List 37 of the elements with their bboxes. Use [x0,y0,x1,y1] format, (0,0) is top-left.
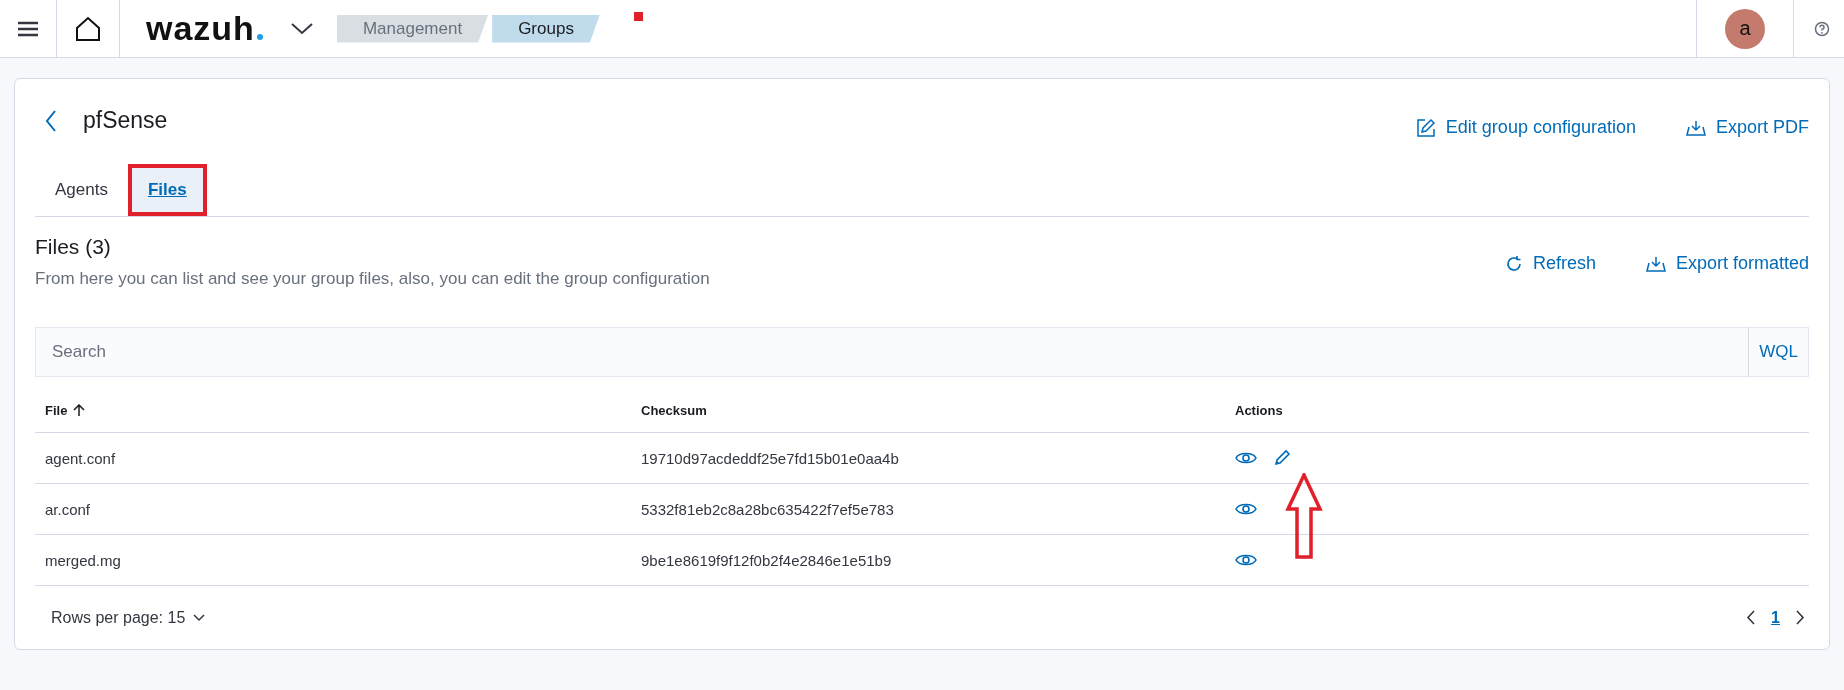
column-header[interactable]: File [45,403,86,418]
eye-icon[interactable] [1235,501,1257,517]
avatar[interactable]: a [1725,8,1765,49]
section-description: From here you can list and see your group files, also, you can edit the group configuration [35,269,710,289]
checksum-cell: 5332f81eb2c8a28bc635422f7ef5e783 [641,500,894,518]
square-mark [633,12,643,21]
checksum-cell: 9be1e8619f9f12f0b2f4e2846e1e51b9 [641,551,892,569]
section-action-link[interactable]: Export formatted [1645,253,1809,274]
eye-icon[interactable] [1235,552,1257,568]
checksum-cell: 19710d97acdeddf25e7fd15b01e0aa4b [641,449,899,467]
page-link[interactable]: 1 [1771,608,1780,627]
file-name-cell: ar.conf [45,500,91,518]
group-title: pfSense [83,107,168,134]
edit-icon [1415,117,1436,138]
section-action-link[interactable]: Refresh [1504,253,1596,274]
pencil-icon[interactable] [1273,449,1291,467]
download-icon [1685,118,1706,137]
refresh-icon [1504,254,1523,273]
file-name-cell: merged.mg [45,551,121,569]
column-header: Actions [1235,403,1283,418]
sort-up-icon [73,404,86,417]
column-header: Checksum [641,403,707,418]
search-field[interactable]: Search [35,327,1749,377]
header-action-link[interactable]: Edit group configuration [1415,117,1636,138]
breadcrumb[interactable]: Management [336,14,489,43]
logo[interactable]: wazuh [146,9,263,48]
file-name-cell: agent.conf [45,449,116,467]
tab[interactable]: Files [127,164,207,216]
rows-per-page-selector[interactable]: Rows per page: 15 [45,607,212,628]
download-icon [1645,254,1666,273]
wql-button[interactable]: WQL [1748,327,1809,377]
breadcrumb[interactable]: Groups [492,14,600,43]
tab[interactable]: Agents [35,164,128,216]
header-action-link[interactable]: Export PDF [1685,117,1809,138]
section-title: Files (3) [35,235,112,259]
eye-icon[interactable] [1235,450,1257,466]
chevron-down-icon [193,613,206,622]
